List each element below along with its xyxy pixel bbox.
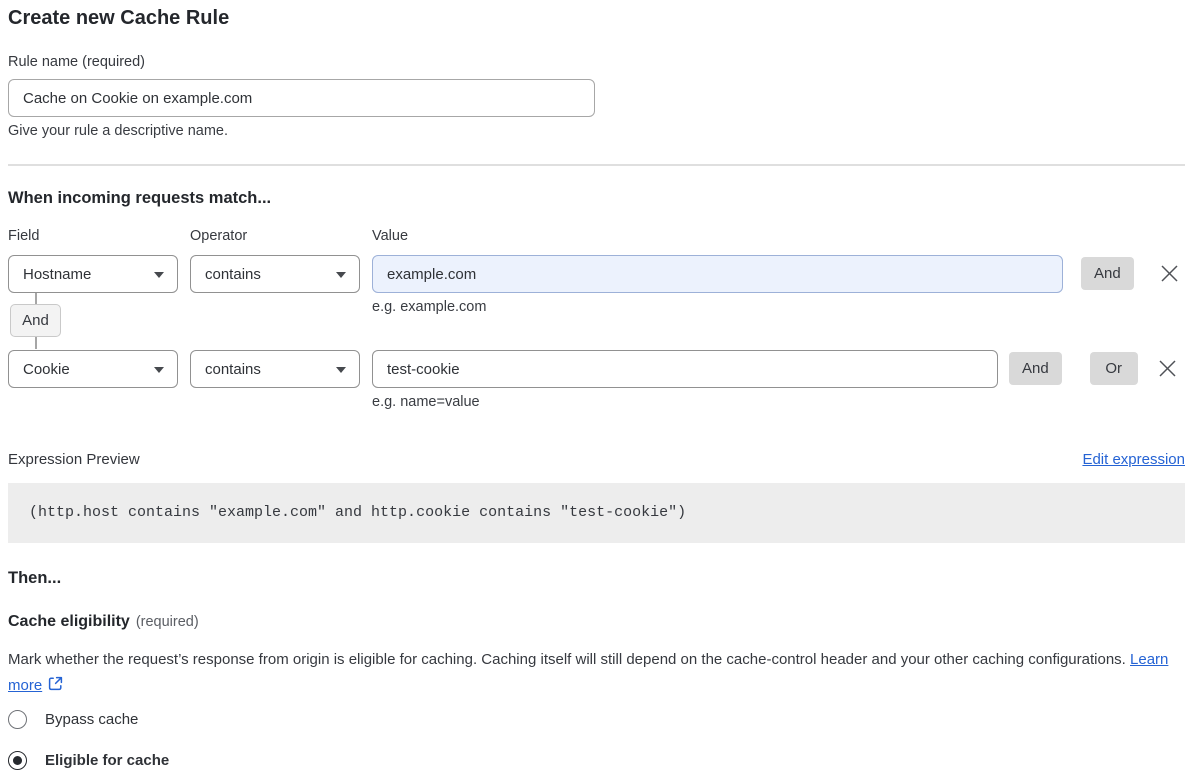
field-select-value: Hostname	[23, 266, 91, 283]
remove-condition-button[interactable]	[1160, 264, 1179, 283]
cache-eligibility-description: Mark whether the request’s response from…	[8, 647, 1173, 699]
chevron-down-icon	[154, 272, 164, 278]
required-note: (required)	[136, 614, 199, 630]
match-heading: When incoming requests match...	[8, 188, 1185, 208]
chevron-down-icon	[154, 367, 164, 373]
field-column: Hostname And	[8, 255, 178, 349]
or-button[interactable]: Or	[1090, 352, 1138, 385]
value-hint: e.g. example.com	[372, 300, 1063, 315]
page-title: Create new Cache Rule	[8, 6, 1185, 30]
expression-preview-header: Expression Preview Edit expression	[8, 451, 1185, 468]
condition-row: Hostname And contains e.g. example.com A…	[8, 255, 1185, 349]
radio-label: Eligible for cache	[45, 752, 169, 769]
expression-preview-label: Expression Preview	[8, 452, 140, 468]
connector-line	[35, 293, 37, 304]
value-column: e.g. example.com	[372, 255, 1063, 315]
chevron-down-icon	[336, 367, 346, 373]
edit-expression-link[interactable]: Edit expression	[1082, 451, 1185, 468]
expression-preview-code: (http.host contains "example.com" and ht…	[8, 483, 1185, 543]
value-column-label: Value	[372, 229, 408, 244]
and-button[interactable]: And	[1009, 352, 1062, 385]
radio-option-eligible-for-cache[interactable]: Eligible for cache	[8, 751, 1185, 770]
field-column-label: Field	[8, 229, 190, 244]
external-link-icon	[47, 675, 64, 692]
cache-eligibility-heading: Cache eligibility (required)	[8, 612, 1185, 632]
field-select[interactable]: Hostname	[8, 255, 178, 293]
operator-select-value: contains	[205, 361, 261, 378]
radio-unselected-icon	[8, 710, 27, 729]
value-column: e.g. name=value	[372, 350, 998, 410]
rule-name-input[interactable]	[8, 79, 595, 117]
section-divider	[8, 164, 1185, 166]
operator-select-value: contains	[205, 266, 261, 283]
field-column: Cookie	[8, 350, 178, 388]
description-text: Mark whether the request’s response from…	[8, 651, 1126, 668]
field-select-value: Cookie	[23, 361, 70, 378]
radio-dot	[13, 756, 22, 765]
radio-label: Bypass cache	[45, 711, 138, 728]
then-heading: Then...	[8, 568, 1185, 588]
value-hint: e.g. name=value	[372, 395, 998, 410]
condition-connector: And	[8, 293, 178, 349]
operator-column: contains	[190, 350, 360, 388]
create-cache-rule-page: Create new Cache Rule Rule name (require…	[0, 0, 1200, 770]
radio-option-bypass-cache[interactable]: Bypass cache	[8, 710, 1185, 729]
and-button[interactable]: And	[1081, 257, 1134, 290]
chevron-down-icon	[336, 272, 346, 278]
remove-condition-button[interactable]	[1158, 359, 1177, 378]
operator-column-label: Operator	[190, 229, 372, 244]
operator-select[interactable]: contains	[190, 350, 360, 388]
operator-column: contains	[190, 255, 360, 293]
connector-line	[35, 337, 37, 349]
field-select[interactable]: Cookie	[8, 350, 178, 388]
rule-name-helper: Give your rule a descriptive name.	[8, 124, 1185, 139]
value-input[interactable]	[372, 350, 998, 388]
close-icon	[1158, 359, 1177, 378]
operator-select[interactable]: contains	[190, 255, 360, 293]
add-and-condition-button[interactable]: And	[10, 304, 61, 337]
cache-eligibility-title: Cache eligibility	[8, 613, 130, 630]
rule-name-label: Rule name (required)	[8, 55, 1185, 70]
close-icon	[1160, 264, 1179, 283]
value-input[interactable]	[372, 255, 1063, 293]
condition-row: Cookie contains e.g. name=value And Or	[8, 350, 1185, 410]
radio-selected-icon	[8, 751, 27, 770]
match-column-labels: Field Operator Value	[8, 229, 1185, 244]
